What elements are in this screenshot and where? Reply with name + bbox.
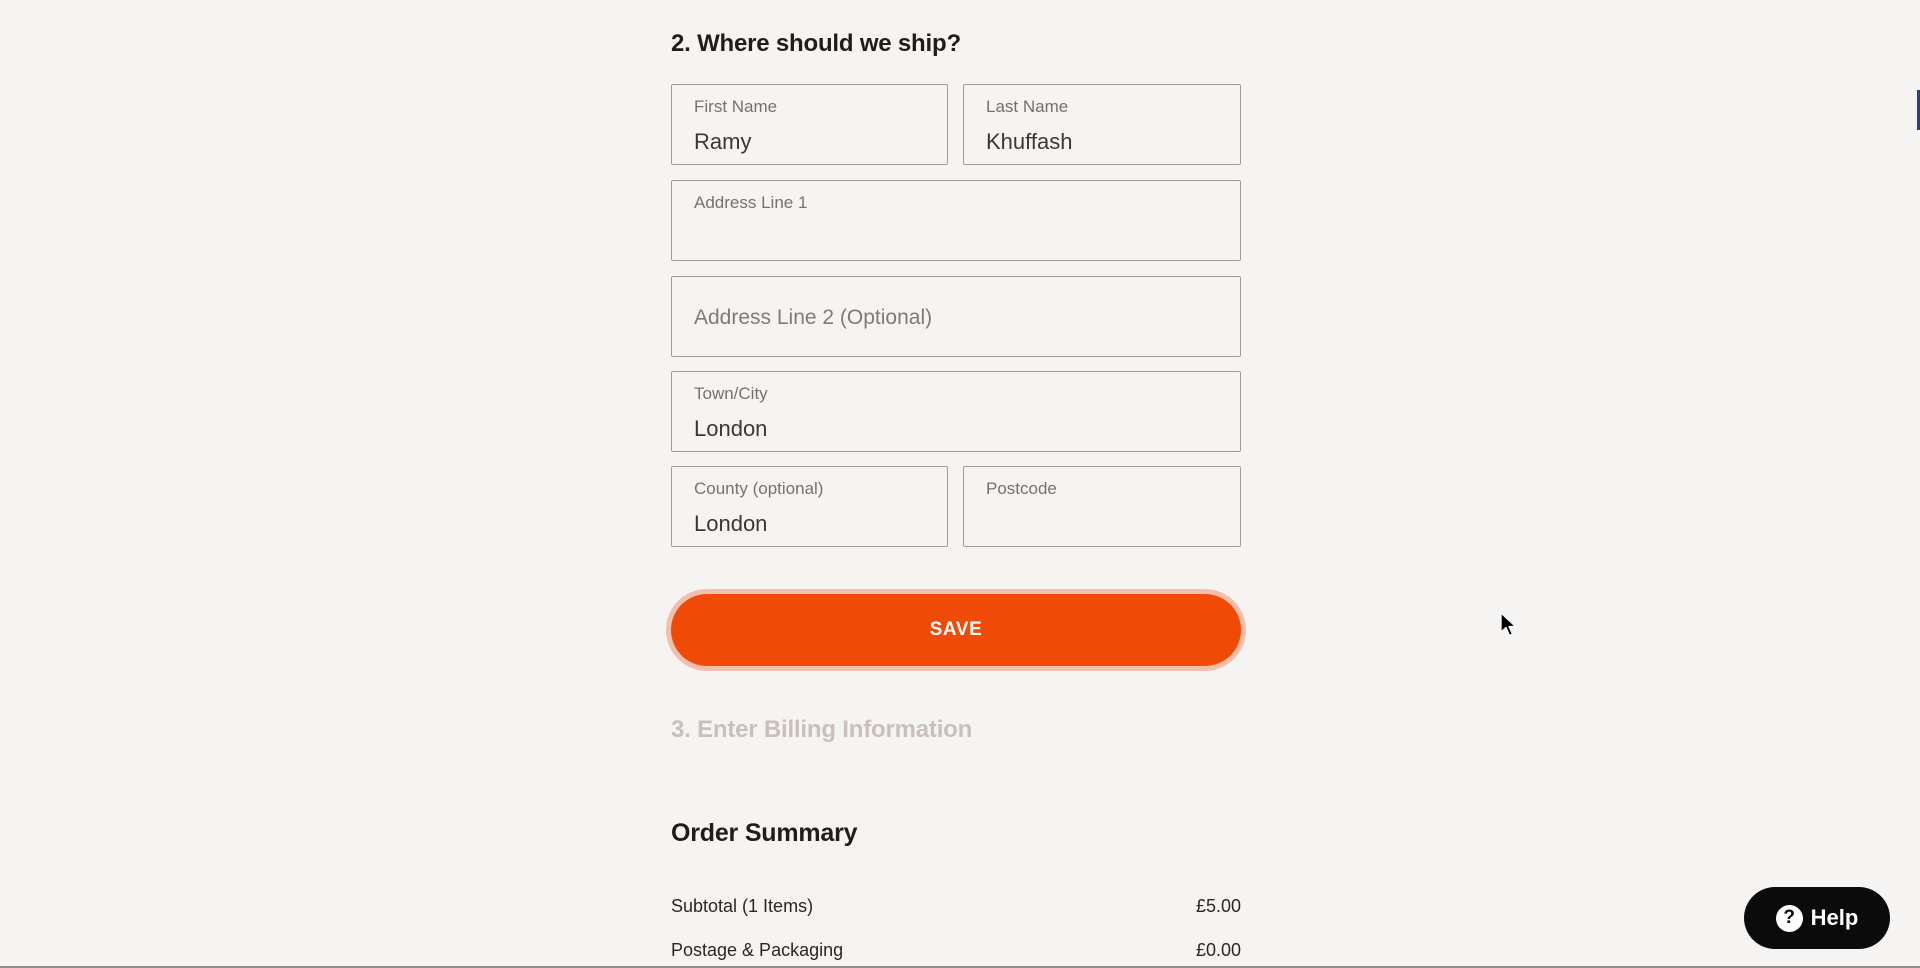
billing-section-title: 3. Enter Billing Information	[671, 716, 973, 743]
town-city-value[interactable]: London	[694, 416, 767, 442]
subtotal-label: Subtotal (1 Items)	[671, 896, 814, 916]
subtotal-value: £5.00	[1195, 896, 1241, 916]
question-mark-icon: ?	[1775, 904, 1803, 932]
last-name-value[interactable]: Khuffash	[986, 129, 1072, 155]
order-summary-title: Order Summary	[671, 819, 858, 847]
town-city-field[interactable]: Town/City London	[671, 371, 1241, 452]
mouse-pointer-icon	[1500, 612, 1517, 637]
postcode-field[interactable]: Postcode	[963, 466, 1241, 547]
county-field[interactable]: County (optional) London	[671, 466, 948, 547]
address-line-1-field[interactable]: Address Line 1	[671, 180, 1241, 261]
help-label: Help	[1810, 905, 1859, 930]
save-button[interactable]: SAVE	[671, 594, 1241, 666]
summary-row-subtotal: Subtotal (1 Items) £5.00	[671, 896, 1241, 922]
address-line-2-placeholder: Address Line 2 (Optional)	[694, 306, 933, 329]
last-name-field[interactable]: Last Name Khuffash	[963, 84, 1241, 165]
last-name-label: Last Name	[986, 97, 1069, 116]
checkout-page: 2. Where should we ship? First Name Ramy…	[0, 0, 1920, 968]
first-name-field[interactable]: First Name Ramy	[671, 84, 948, 165]
address-line-2-field[interactable]: Address Line 2 (Optional)	[671, 276, 1241, 357]
address-line-1-label: Address Line 1	[694, 193, 808, 212]
help-button[interactable]: ? Help	[1744, 887, 1890, 949]
postage-value: £0.00	[1195, 940, 1241, 960]
county-value[interactable]: London	[694, 511, 767, 537]
summary-row-postage: Postage & Packaging £0.00	[671, 940, 1241, 966]
first-name-label: First Name	[694, 97, 778, 116]
town-city-label: Town/City	[694, 384, 768, 403]
county-label: County (optional)	[694, 479, 824, 498]
first-name-value[interactable]: Ramy	[694, 129, 751, 155]
postcode-label: Postcode	[986, 479, 1057, 498]
shipping-section-title: 2. Where should we ship?	[671, 30, 961, 57]
postage-label: Postage & Packaging	[671, 940, 844, 960]
